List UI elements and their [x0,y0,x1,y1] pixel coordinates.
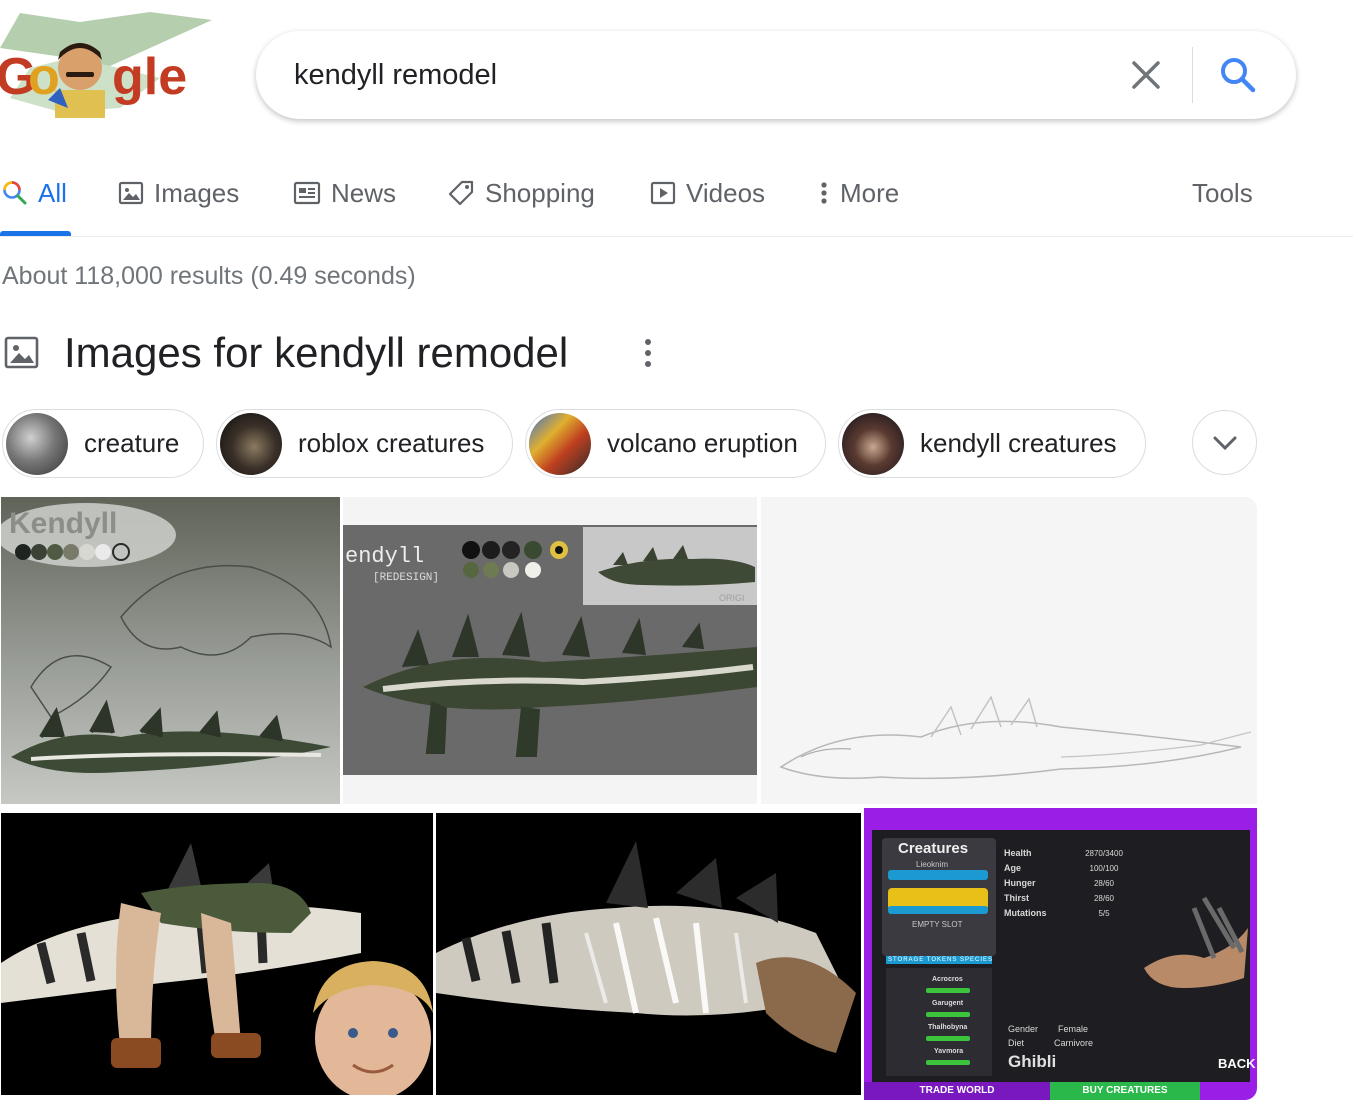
tab-all[interactable]: All [2,168,67,218]
image-list-name: Acrocros [932,976,963,983]
play-icon [650,181,676,205]
result-stats: About 118,000 results (0.49 seconds) [2,262,416,290]
image-small-text: ORIGI [719,593,745,603]
google-doodle-logo[interactable]: G o gle [0,8,215,120]
tools-button[interactable]: Tools [1192,168,1253,218]
image-tabs-row: STORAGE TOKENS SPECIES [888,957,994,963]
image-slot-empty: EMPTY SLOT [912,920,963,929]
tag-icon [448,180,474,206]
chip-label: kendyll creatures [920,428,1117,458]
image-result-3[interactable] [761,497,1257,804]
chip-thumbnail [6,412,68,475]
image-panel-title: Creatures [898,840,969,857]
images-more-options-button[interactable] [634,339,662,367]
image-result-5[interactable] [436,813,861,1095]
image-icon [118,181,144,205]
image-stats-labels: Health Age Hunger Thirst Mutations [1004,848,1047,918]
dot-icon [645,339,651,345]
tab-videos[interactable]: Videos [650,168,765,218]
chip-thumbnail [842,412,904,475]
news-icon [293,181,321,205]
image-list-name: Garugent [932,1000,964,1007]
dot-icon [645,350,651,356]
image-list-name: Thalhobyna [928,1024,968,1031]
tab-label: Videos [686,177,766,208]
search-divider [1192,47,1193,103]
image-result-2[interactable]: endyll [REDESIGN] ORIGI [343,497,757,804]
image-creature-name: Ghibli [1008,1052,1057,1071]
tab-images[interactable]: Images [118,168,239,218]
image-icon [4,336,39,369]
tab-more[interactable]: More [818,168,899,218]
expand-chips-button[interactable] [1192,410,1257,475]
chip-creature[interactable]: creature [2,409,204,478]
chip-thumbnail [529,412,591,475]
image-buy-label: BUY CREATURES [1050,1082,1200,1100]
svg-text:gle: gle [112,48,187,106]
dot-icon [645,361,651,367]
image-stats-values: 2870/3400 100/100 28/60 28/60 5/5 [1085,849,1123,918]
tab-shopping[interactable]: Shopping [447,168,595,218]
image-title-text: endyll [345,544,424,569]
tab-label: All [38,177,67,208]
image-slot-name: Lieoknim [916,860,949,869]
image-result-6[interactable]: Creatures Lieoknim EMPTY SLOT STORAGE TO… [864,808,1257,1100]
dots-vertical-icon [821,182,827,204]
chip-kendyll-creatures[interactable]: kendyll creatures [838,409,1146,478]
image-trade-label: TRADE WORLD [864,1082,1050,1100]
image-result-4[interactable] [1,813,433,1095]
chip-label: volcano eruption [607,428,798,458]
search-box [256,31,1296,119]
search-tabs: All Images News Shopping Videos More Too… [0,168,1353,236]
image-gender-diet: Gender Female Diet Carnivore [1008,1024,1094,1048]
chip-label: roblox creatures [298,428,485,458]
tab-news[interactable]: News [293,168,396,218]
chip-label: creature [84,428,180,458]
tabs-divider [0,236,1353,237]
clear-search-button[interactable] [1124,53,1168,97]
image-result-1[interactable]: Kendyll [1,497,340,804]
tab-label: Images [154,177,240,208]
search-icon [3,181,27,205]
search-input[interactable] [294,51,1114,99]
image-list-name: Yavmora [934,1048,964,1055]
search-button[interactable] [1214,51,1262,99]
tab-label: Shopping [485,177,595,208]
close-icon [1132,61,1160,89]
images-section-header: Images for kendyll remodel [2,325,702,381]
tab-label: More [840,177,900,208]
chevron-down-icon [1213,436,1236,450]
images-section-title[interactable]: Images for kendyll remodel [64,325,568,381]
chip-thumbnail [220,412,282,475]
image-title-text: Kendyll [9,507,117,540]
tab-label: News [331,177,397,208]
image-back-label: BACK [1218,1056,1256,1071]
image-subtitle-text: [REDESIGN] [373,572,439,584]
chip-volcano-eruption[interactable]: volcano eruption [525,409,826,478]
chip-roblox-creatures[interactable]: roblox creatures [216,409,513,478]
search-icon [1221,58,1256,93]
